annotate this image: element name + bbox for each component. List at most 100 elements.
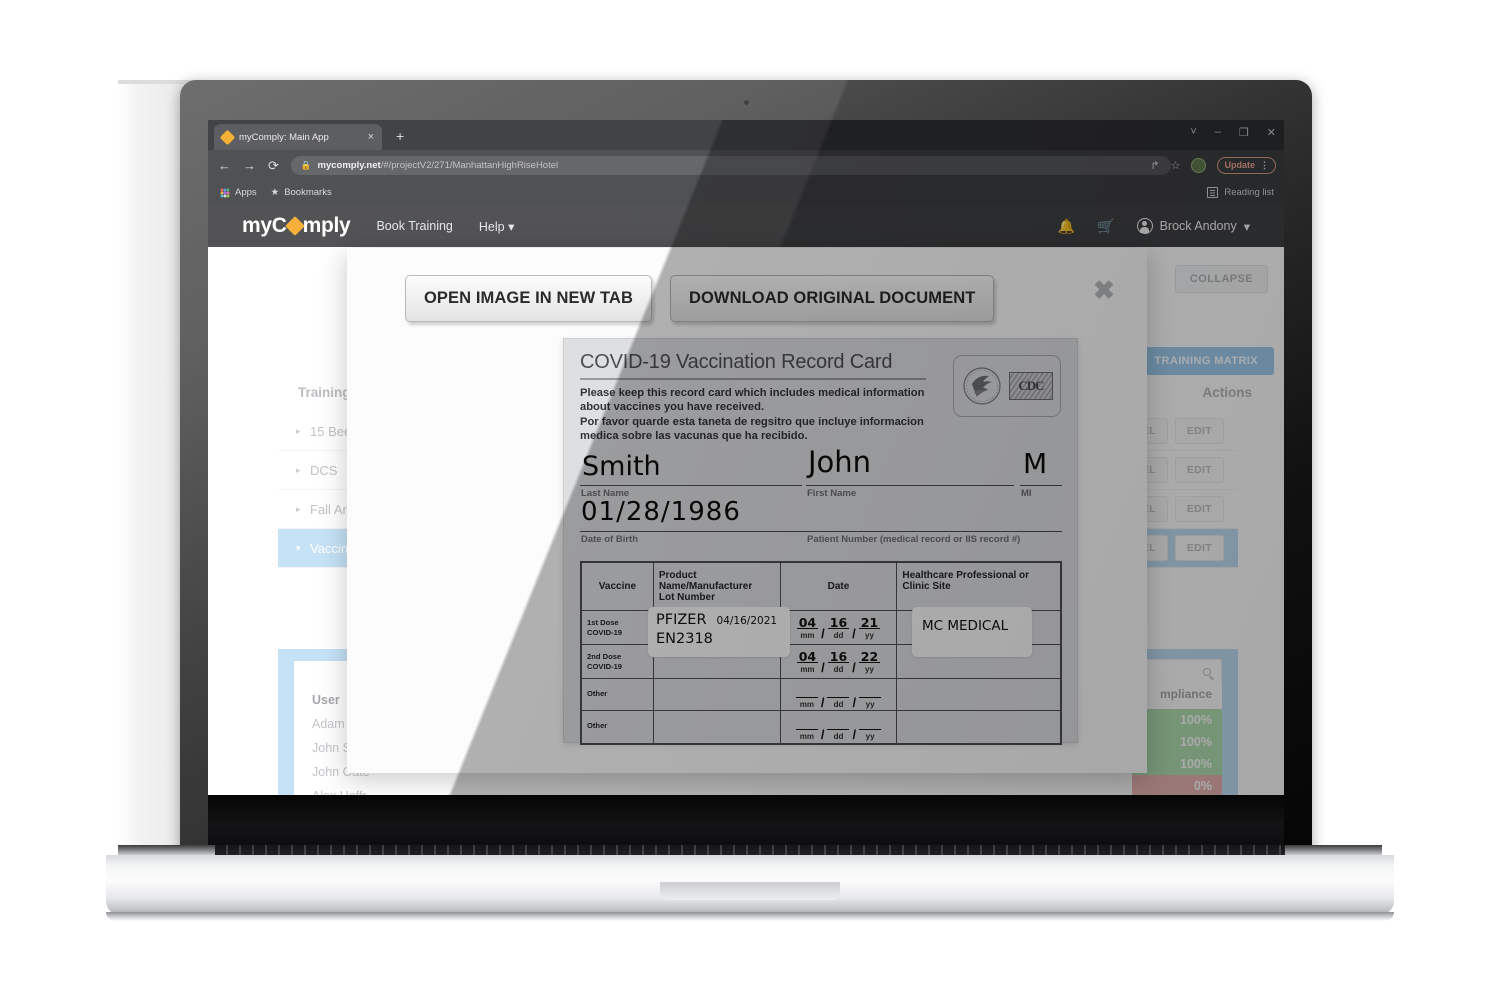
user-name: Brock Andony	[1159, 219, 1237, 233]
url-path: /#/projectV2/271/ManhattanHighRiseHotel	[380, 159, 559, 171]
vaccine-dose-2: 2nd Dose COVID-19	[582, 645, 654, 679]
date-dd: dd	[827, 717, 850, 742]
date-dd-label: dd	[833, 665, 844, 674]
notification-bell-icon[interactable]: 🔔	[1058, 218, 1075, 235]
profile-avatar[interactable]	[1191, 157, 1207, 173]
reading-list-button[interactable]: Reading list	[1207, 187, 1274, 198]
url-domain: mycomply.net	[317, 159, 381, 171]
date-cell-3: mm / dd / yy	[780, 679, 898, 711]
product-overlay: PFIZER 04/16/2021 EN2318	[648, 607, 790, 657]
training-name: Fall Arr	[310, 501, 352, 517]
logo-pre: myC	[242, 214, 287, 237]
laptop-webcam	[744, 100, 749, 105]
cart-icon[interactable]: 🛒	[1097, 218, 1114, 235]
slash-1: /	[820, 695, 825, 710]
date-mm: mm	[795, 717, 818, 742]
date-of-birth-label: Date of Birth	[581, 534, 638, 545]
tab-close-icon[interactable]: ×	[368, 131, 374, 143]
title-divider	[580, 378, 926, 380]
date-yy-value: 21	[858, 615, 881, 630]
slash-1: /	[820, 727, 825, 742]
toolbar-right: ↱ ☆ Update ⋮	[1150, 150, 1276, 180]
last-name-value: Smith	[582, 451, 661, 482]
date-mm-blank	[795, 717, 818, 730]
dob-line	[580, 531, 1062, 532]
browser-toolbar: ← → ⟳ 🔒 mycomply.net/#/projectV2/271/Man…	[208, 150, 1284, 180]
date-of-birth-value: 01/28/1986	[581, 497, 741, 527]
edit-button[interactable]: EDIT	[1174, 496, 1224, 522]
date-mm: 04 mm	[796, 649, 819, 675]
date-dd-blank	[827, 685, 850, 698]
date-dd: 16 dd	[827, 616, 850, 641]
bookmark-star-icon[interactable]: ☆	[1171, 159, 1181, 172]
header-vaccine: Vaccine	[582, 563, 654, 611]
download-original-document-button[interactable]: DOWNLOAD ORIGINAL DOCUMENT	[669, 275, 995, 322]
product-cell-3	[653, 679, 781, 711]
slash-2: /	[852, 727, 857, 742]
minimize-icon[interactable]: –	[1215, 126, 1221, 139]
date-dd-label: dd	[833, 732, 844, 741]
collapse-button[interactable]: COLLAPSE	[1174, 265, 1268, 293]
browser-menu-icon[interactable]: ⋮	[1260, 160, 1269, 171]
back-icon[interactable]: ←	[218, 159, 231, 172]
training-name: 15 Bee	[310, 423, 352, 439]
laptop-base-edge	[106, 912, 1394, 921]
laptop-screen: myComply: Main App × + ˅ – ❐ ✕ ← → ⟳ 🔒 m…	[208, 120, 1284, 795]
open-image-new-tab-button[interactable]: OPEN IMAGE IN NEW TAB	[405, 275, 652, 322]
bookmark-apps[interactable]: Apps	[220, 187, 257, 198]
mycomply-logo[interactable]: myC mply	[242, 214, 351, 238]
reload-icon[interactable]: ⟳	[268, 159, 279, 172]
date-yy-blank	[859, 685, 882, 698]
update-button[interactable]: Update ⋮	[1217, 156, 1276, 174]
date-dd: 16 dd	[827, 649, 850, 675]
header-clinic: Healthcare Professional or Clinic Site	[897, 563, 1060, 611]
vaccine-dose-1: 1st Dose COVID-19	[582, 611, 654, 645]
training-matrix-button[interactable]: TRAINING MATRIX	[1138, 347, 1274, 375]
edit-button[interactable]: EDIT	[1174, 418, 1224, 444]
table-header-row: Vaccine Product Name/Manufacturer Lot Nu…	[582, 563, 1060, 611]
close-icon[interactable]: ✖	[1091, 277, 1117, 304]
dose-line2: COVID-19	[587, 661, 623, 671]
header-clinic-line1: Healthcare Professional or	[902, 570, 1030, 581]
bookmark-bookmarks[interactable]: ★ Bookmarks	[271, 187, 332, 198]
nav-book-training[interactable]: Book Training	[376, 219, 452, 233]
date-dd-value: 16	[827, 649, 850, 664]
cdc-logo: CDC	[1009, 372, 1053, 400]
header-date: Date	[780, 563, 898, 611]
card-description-es: Por favor quarde esta taneta de regsitro…	[580, 415, 924, 443]
share-icon[interactable]: ↱	[1150, 159, 1159, 172]
manufacturer-value: PFIZER	[656, 612, 707, 628]
expand-caret-icon[interactable]: ▸	[296, 426, 310, 437]
search-icon	[1203, 668, 1211, 676]
date-fields: mm / dd / yy	[786, 683, 892, 710]
collapse-caret-icon[interactable]: ▾	[296, 543, 310, 554]
edit-button[interactable]: EDIT	[1174, 535, 1224, 561]
edit-button[interactable]: EDIT	[1174, 457, 1224, 483]
date-dd: dd	[827, 685, 850, 710]
compliance-value: 0%	[1132, 775, 1222, 795]
forward-icon[interactable]: →	[243, 159, 256, 172]
new-tab-button[interactable]: +	[396, 129, 404, 143]
expand-caret-icon[interactable]: ▸	[296, 504, 310, 515]
slash-2: /	[852, 695, 857, 710]
first-name-label: First Name	[807, 488, 857, 499]
screenshot-root: myComply: Main App × + ˅ – ❐ ✕ ← → ⟳ 🔒 m…	[0, 0, 1500, 1000]
vaccine-other-1: Other	[582, 679, 654, 711]
restore-icon[interactable]: ❐	[1239, 126, 1249, 139]
vaccine-other-2: Other	[582, 711, 654, 743]
expand-caret-icon[interactable]: ▸	[296, 465, 310, 476]
clinic-cell-4	[897, 711, 1060, 743]
date-mm-value: 04	[796, 649, 819, 664]
mi-line	[1020, 485, 1062, 486]
close-window-icon[interactable]: ✕	[1267, 126, 1276, 139]
actions-column-header: Actions	[1202, 385, 1252, 400]
app-header: myC mply Book Training Help ▾ 🔔 🛒 Brock A…	[208, 205, 1284, 247]
reading-list-label: Reading list	[1224, 187, 1274, 198]
address-bar[interactable]: 🔒 mycomply.net/#/projectV2/271/Manhattan…	[290, 155, 1171, 175]
date-dd-label: dd	[833, 700, 844, 709]
browser-tab[interactable]: myComply: Main App ×	[214, 124, 382, 150]
chevron-down-icon[interactable]: ˅	[1190, 126, 1196, 139]
clinic-overlay: MC MEDICAL	[912, 607, 1032, 657]
nav-help[interactable]: Help ▾	[479, 219, 514, 234]
user-menu[interactable]: Brock Andony ▾	[1136, 218, 1250, 234]
